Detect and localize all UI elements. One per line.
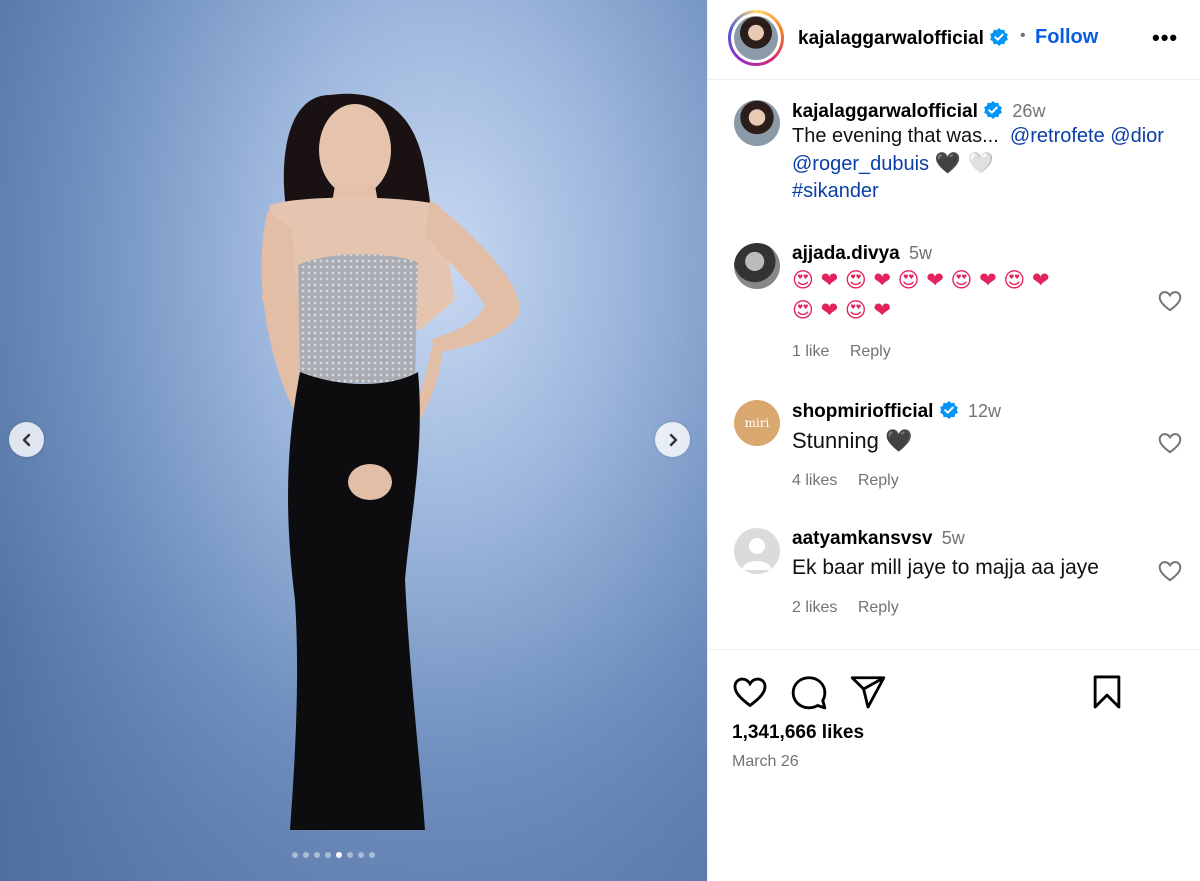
next-slide-button[interactable] bbox=[655, 422, 690, 457]
carousel-dot bbox=[314, 852, 320, 858]
commenter-avatar[interactable] bbox=[734, 243, 780, 289]
previous-slide-button[interactable] bbox=[9, 422, 44, 457]
author-username[interactable]: kajalaggarwalofficial bbox=[798, 28, 984, 49]
caption-text: The evening that was... bbox=[792, 125, 999, 147]
share-icon[interactable] bbox=[849, 673, 887, 711]
follow-button[interactable]: Follow bbox=[1035, 26, 1098, 49]
carousel-dot bbox=[369, 852, 375, 858]
more-icon[interactable]: ••• bbox=[1152, 27, 1178, 49]
comment-time: 5w bbox=[909, 243, 933, 263]
heart-icon[interactable] bbox=[1157, 430, 1183, 456]
post-header: kajalaggarwalofficial • Follow ••• bbox=[708, 0, 1200, 80]
comment-text-line: 😍 ❤ 😍 ❤ 😍 ❤ 😍 ❤ 😍 ❤ bbox=[792, 268, 1050, 292]
comment-text: Stunning 🖤 bbox=[792, 428, 913, 453]
heart-icon[interactable] bbox=[1157, 558, 1183, 584]
post-caption: kajalaggarwalofficial 26w The evening th… bbox=[734, 100, 1184, 210]
likes-count[interactable]: 1,341,666 likes bbox=[732, 722, 864, 744]
commenter-username[interactable]: aatyamkansvsv bbox=[792, 528, 933, 549]
carousel-dot bbox=[325, 852, 331, 858]
carousel-dot bbox=[358, 852, 364, 858]
comment-text-line: 😍 ❤ 😍 ❤ bbox=[792, 298, 892, 322]
verified-badge-icon bbox=[990, 28, 1009, 46]
caption-username[interactable]: kajalaggarwalofficial bbox=[792, 101, 978, 122]
post-media[interactable] bbox=[0, 0, 707, 881]
comment-text: Ek baar mill jaye to majja aa jaye bbox=[792, 556, 1099, 579]
carousel-dot bbox=[303, 852, 309, 858]
comment-item: aatyamkansvsv 5w Ek baar mill jaye to ma… bbox=[734, 528, 1184, 628]
default-avatar-icon[interactable] bbox=[734, 528, 780, 574]
comment-meta: 2 likes Reply bbox=[792, 599, 1152, 617]
commenter-username[interactable]: ajjada.divya bbox=[792, 243, 900, 264]
comments-list: kajalaggarwalofficial 26w The evening th… bbox=[708, 81, 1200, 649]
chevron-left-icon bbox=[22, 433, 30, 446]
comment-likes[interactable]: 2 likes bbox=[792, 599, 837, 616]
heart-emojis: 🖤 🤍 bbox=[934, 151, 994, 175]
carousel-dot bbox=[347, 852, 353, 858]
carousel-dot-active bbox=[336, 852, 342, 858]
comment-meta: 4 likes Reply bbox=[792, 472, 1152, 490]
carousel-dots bbox=[292, 852, 375, 858]
hashtag-link[interactable]: #sikander bbox=[792, 180, 879, 202]
mention-link[interactable]: @roger_dubuis bbox=[792, 153, 929, 175]
chevron-right-icon bbox=[669, 433, 677, 446]
post-date[interactable]: March 26 bbox=[732, 753, 799, 771]
mention-link[interactable]: @retrofete bbox=[1010, 125, 1105, 147]
mention-link[interactable]: @dior bbox=[1110, 125, 1164, 147]
comment-text: 😍 ❤ 😍 ❤ 😍 ❤ 😍 ❤ 😍 ❤ 😍 ❤ 😍 ❤ bbox=[792, 265, 1152, 325]
reply-button[interactable]: Reply bbox=[858, 472, 899, 489]
comment-time: 5w bbox=[941, 528, 965, 548]
comment-meta: 1 like Reply bbox=[792, 343, 1152, 361]
comment-item: miri shopmiriofficial 12w Stunning 🖤 4 l… bbox=[734, 400, 1184, 500]
avatar-logo-text: miri bbox=[744, 416, 770, 430]
heart-icon[interactable] bbox=[1157, 288, 1183, 314]
post-sidebar: kajalaggarwalofficial • Follow ••• kajal… bbox=[707, 0, 1200, 881]
comment-likes[interactable]: 1 like bbox=[792, 343, 829, 360]
reply-button[interactable]: Reply bbox=[850, 343, 891, 360]
bookmark-icon[interactable] bbox=[1088, 673, 1126, 711]
commenter-username[interactable]: shopmiriofficial bbox=[792, 401, 933, 422]
comment-icon[interactable] bbox=[790, 673, 828, 711]
comment-likes[interactable]: 4 likes bbox=[792, 472, 837, 489]
caption-time: 26w bbox=[1012, 101, 1046, 121]
carousel-dot bbox=[292, 852, 298, 858]
post-photo bbox=[261, 93, 520, 830]
like-heart-icon[interactable] bbox=[731, 673, 769, 711]
commenter-avatar[interactable]: miri bbox=[734, 400, 780, 446]
comment-item: ajjada.divya 5w 😍 ❤ 😍 ❤ 😍 ❤ 😍 ❤ 😍 ❤ 😍 ❤ … bbox=[734, 243, 1184, 373]
action-bar: 1,341,666 likes March 26 bbox=[708, 649, 1200, 881]
caption-avatar[interactable] bbox=[734, 100, 780, 146]
verified-badge-icon bbox=[984, 101, 1003, 119]
reply-button[interactable]: Reply bbox=[858, 599, 899, 616]
header-separator: • bbox=[1020, 27, 1026, 44]
person-icon bbox=[742, 538, 772, 570]
verified-badge-icon bbox=[939, 401, 958, 419]
author-avatar[interactable] bbox=[728, 10, 784, 66]
comment-time: 12w bbox=[968, 401, 1002, 421]
